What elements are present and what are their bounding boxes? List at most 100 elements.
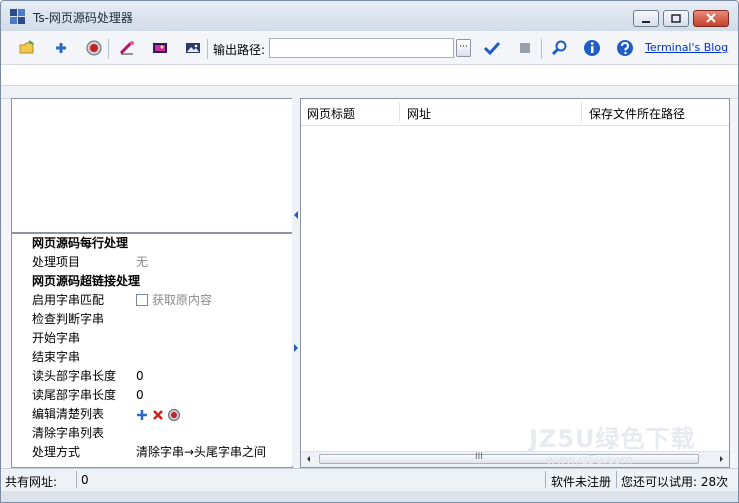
property-value: 获取原内容 [152, 293, 213, 307]
info-icon [584, 40, 600, 56]
splitter-arrows-icon [294, 211, 298, 352]
search-button[interactable] [549, 38, 569, 58]
property-value: 0 [136, 388, 144, 402]
edit-text-button[interactable] [117, 38, 137, 58]
column-header-url[interactable]: 网址 [407, 105, 431, 122]
property-row[interactable]: 读头部字串长度 0 [12, 367, 292, 386]
status-divider [76, 471, 77, 488]
left-panel: 网页源码每行处理 处理项目 无网页源码超链接处理 启用字串匹配 获取原内容检查判断字串开… [11, 98, 293, 468]
image-save-button[interactable] [183, 38, 203, 58]
toolbar-separator [108, 39, 109, 59]
trial-status: 您还可以试用: 28次 [621, 475, 729, 489]
property-row[interactable]: 结束字串 [12, 348, 292, 367]
stop-record-button[interactable] [84, 38, 104, 58]
property-row[interactable]: 清除字串列表 [12, 424, 292, 443]
property-label: 开始字串 [32, 331, 81, 345]
property-row[interactable]: 编辑清楚列表 [12, 405, 292, 424]
property-label: 处理项目 [32, 255, 81, 269]
picture-icon [153, 43, 167, 53]
record-icon[interactable] [168, 409, 180, 421]
stop-square-icon [520, 43, 530, 53]
image-tool-button[interactable] [150, 38, 170, 58]
help-button[interactable] [615, 38, 635, 58]
match-checkbox[interactable] [136, 294, 148, 306]
status-divider [616, 471, 617, 488]
bottom-edge [1, 491, 738, 502]
toolbar-separator [541, 39, 542, 59]
browse-button[interactable]: ··· [456, 39, 471, 57]
magnifier-icon [551, 40, 567, 56]
add-button[interactable] [51, 38, 71, 58]
maximize-button[interactable] [663, 10, 689, 27]
property-label: 编辑清楚列表 [32, 407, 105, 421]
app-icon [10, 9, 25, 24]
title-bar[interactable]: Ts-网页源码处理器 [1, 1, 738, 31]
status-bar: 共有网址: 0 软件未注册 您还可以试用: 28次 [1, 468, 738, 491]
horizontal-splitter[interactable] [1, 85, 738, 99]
property-category: 网页源码超链接处理 [12, 272, 292, 291]
property-label: 读头部字串长度 [32, 369, 117, 383]
app-window: Ts-网页源码处理器 输出路径: ··· Terminal's Blog 网页源… [0, 0, 739, 503]
delete-icon[interactable] [152, 409, 164, 421]
text-edit-icon [119, 41, 134, 55]
help-icon [617, 40, 633, 56]
property-row[interactable]: 启用字串匹配 获取原内容 [12, 291, 292, 310]
scroll-right-icon[interactable] [716, 452, 726, 466]
column-divider[interactable] [399, 102, 400, 122]
property-label: 启用字串匹配 [32, 293, 105, 307]
property-row[interactable]: 处理方式 清除字串→头尾字串之间 [12, 443, 292, 462]
column-divider[interactable] [581, 102, 582, 122]
open-folder-button[interactable] [17, 38, 37, 58]
watermark-url: www.jz5u.com [546, 453, 633, 467]
url-count-label: 共有网址: [5, 475, 58, 489]
output-path-input[interactable] [269, 38, 454, 58]
output-path-label: 输出路径: [213, 43, 266, 57]
scrollbar-grip: III [475, 452, 483, 462]
plus-icon [56, 43, 66, 53]
minimize-button[interactable] [633, 10, 659, 27]
scroll-left-icon[interactable] [304, 452, 314, 466]
property-grid: 网页源码每行处理 处理项目 无网页源码超链接处理 启用字串匹配 获取原内容检查判断字串开… [12, 234, 292, 467]
toolbar: 输出路径: ··· Terminal's Blog [1, 31, 738, 64]
table-header: 网页标题 网址 保存文件所在路径 [301, 99, 729, 126]
photo-icon [186, 43, 200, 53]
property-label: 处理方式 [32, 445, 81, 459]
checkmark-icon [483, 41, 501, 56]
watermark: JZ5U绿色下载 [529, 425, 696, 453]
column-header-title[interactable]: 网页标题 [307, 105, 355, 122]
property-label: 清除字串列表 [32, 426, 105, 440]
confirm-button[interactable] [482, 38, 502, 58]
close-button[interactable] [693, 10, 729, 27]
plus-icon[interactable] [136, 409, 148, 421]
property-row[interactable]: 检查判断字串 [12, 310, 292, 329]
property-label: 检查判断字串 [32, 312, 105, 326]
left-top-area[interactable] [12, 99, 292, 234]
column-header-path[interactable]: 保存文件所在路径 [589, 105, 685, 122]
property-value: 0 [136, 369, 144, 383]
property-row[interactable]: 开始字串 [12, 329, 292, 348]
maximize-icon [671, 14, 681, 23]
status-divider [545, 471, 546, 488]
property-value: 清除字串→头尾字串之间 [136, 445, 267, 459]
info-button[interactable] [582, 38, 602, 58]
record-icon [86, 40, 102, 56]
register-status: 软件未注册 [551, 475, 612, 489]
property-label: 网页源码每行处理 [32, 236, 129, 250]
property-label: 网页源码超链接处理 [32, 274, 141, 288]
property-row[interactable]: 读尾部字串长度 0 [12, 386, 292, 405]
blog-link[interactable]: Terminal's Blog [645, 41, 728, 54]
property-value: 无 [136, 255, 149, 269]
url-count-value: 0 [81, 473, 89, 487]
property-label: 读尾部字串长度 [32, 388, 117, 402]
url-table: 网页标题 网址 保存文件所在路径 III [300, 98, 730, 468]
vertical-splitter[interactable] [292, 98, 300, 466]
open-folder-icon [19, 40, 34, 54]
close-icon [706, 13, 716, 23]
property-label: 结束字串 [32, 350, 81, 364]
window-title: Ts-网页源码处理器 [33, 11, 133, 25]
property-category: 网页源码每行处理 [12, 234, 292, 253]
stop-button[interactable] [515, 38, 535, 58]
info-bar [1, 64, 738, 85]
scrollbar-thumb[interactable]: III [319, 452, 699, 464]
property-row[interactable]: 处理项目 无 [12, 253, 292, 272]
